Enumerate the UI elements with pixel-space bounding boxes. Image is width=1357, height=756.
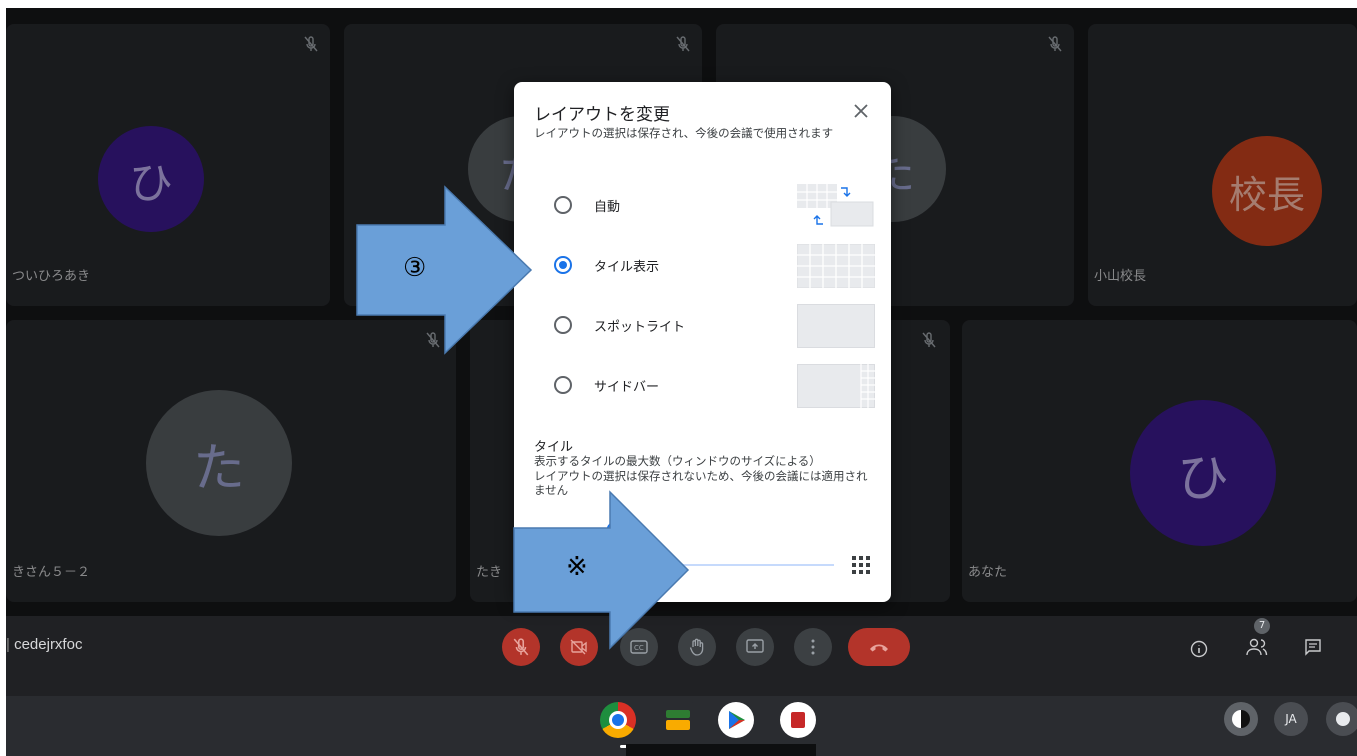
auto-layout-icon	[797, 184, 874, 227]
option-label: タイル表示	[594, 260, 660, 275]
meeting-info-icon[interactable]	[1190, 640, 1208, 658]
account-avatar[interactable]: JA	[1274, 702, 1308, 736]
layout-option-tiled[interactable]: タイル表示	[534, 244, 875, 288]
more-options-button[interactable]	[794, 628, 832, 666]
hang-up-icon	[870, 644, 888, 652]
layout-option-spotlight[interactable]: スポットライト	[534, 304, 875, 348]
more-vert-icon	[811, 639, 815, 655]
chrome-icon[interactable]	[600, 702, 636, 738]
annotation-label-2: ※	[566, 552, 588, 582]
dialog-title: レイアウトを変更	[534, 105, 670, 125]
notification-badge[interactable]	[1326, 702, 1357, 736]
radio-tiled[interactable]	[554, 256, 572, 274]
participant-count-badge: 7	[1254, 618, 1270, 634]
layout-option-auto[interactable]: 自動	[534, 184, 874, 228]
annotation-label-1: ③	[403, 253, 427, 283]
status-avatar[interactable]	[1224, 702, 1258, 736]
people-button[interactable]: 7	[1242, 618, 1278, 662]
option-label: サイドバー	[594, 380, 660, 395]
tiles-max-description: 表示するタイルの最大数（ウィンドウのサイズによる）	[534, 454, 821, 468]
leave-call-button[interactable]	[848, 628, 910, 666]
spotlight-layout-icon	[797, 304, 875, 348]
option-label: 自動	[594, 200, 621, 215]
chat-icon[interactable]	[1304, 638, 1322, 656]
app-icon[interactable]	[780, 702, 816, 738]
hand-icon	[689, 638, 704, 656]
play-store-icon[interactable]	[718, 702, 754, 738]
radio-spotlight[interactable]	[554, 316, 572, 334]
option-label: スポットライト	[594, 320, 686, 335]
present-screen-icon	[746, 639, 764, 653]
radio-sidebar[interactable]	[554, 376, 572, 394]
tiled-layout-icon	[797, 244, 875, 288]
grid-icon	[852, 556, 870, 574]
app-icon[interactable]	[660, 702, 696, 738]
tiles-section-title: タイル	[534, 440, 574, 455]
present-button[interactable]	[736, 628, 774, 666]
radio-auto[interactable]	[554, 196, 572, 214]
annotation-arrow-1	[356, 185, 533, 355]
dialog-subtitle: レイアウトの選択は保存され、今後の会議で使用されます	[534, 126, 834, 140]
meeting-code: | cedejrxfoc	[6, 636, 83, 653]
people-icon	[1246, 638, 1268, 656]
sidebar-layout-icon	[797, 364, 875, 408]
annotation-arrow-2	[513, 490, 690, 650]
close-icon[interactable]	[850, 100, 872, 122]
shelf-bottom-bar	[626, 744, 816, 756]
layout-option-sidebar[interactable]: サイドバー	[534, 364, 875, 408]
